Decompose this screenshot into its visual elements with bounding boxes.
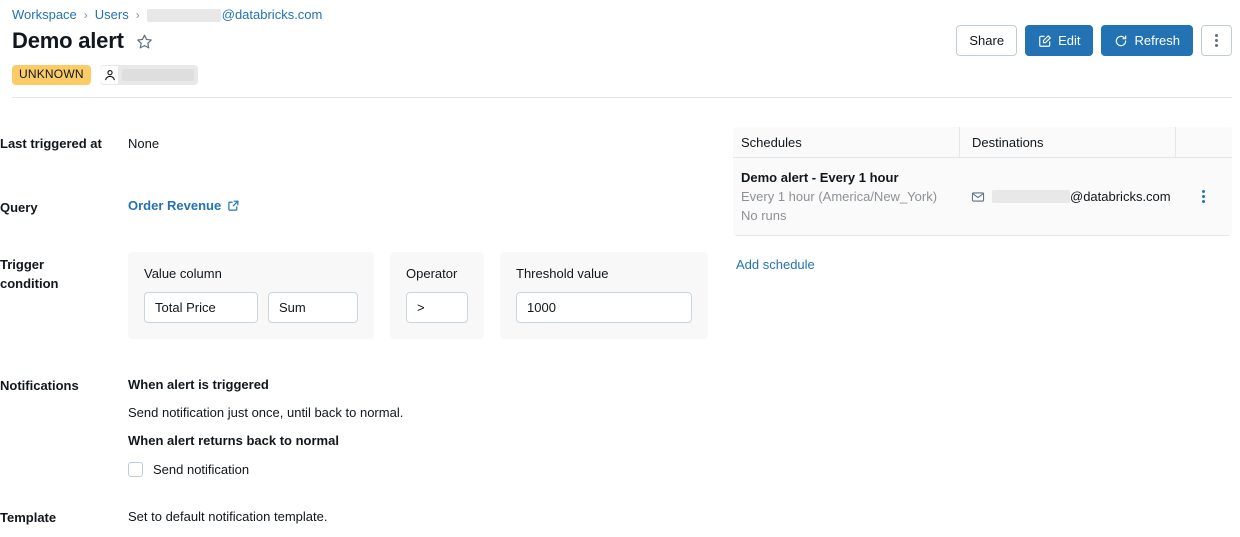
threshold-value: 1000 [527, 300, 556, 315]
threshold-input[interactable]: 1000 [516, 292, 692, 323]
breadcrumb: Workspace › Users › @databricks.com [12, 6, 322, 24]
share-button[interactable]: Share [956, 25, 1017, 56]
status-badge: UNKNOWN [12, 65, 91, 85]
column-header-schedules: Schedules [733, 135, 959, 150]
notifications-triggered-heading: When alert is triggered [128, 375, 403, 394]
trigger-condition-groups: Value column Total Price Sum Operator > … [128, 252, 708, 339]
redacted-email-user [992, 190, 1070, 203]
schedule-name: Demo alert - Every 1 hour [741, 168, 951, 187]
label-query: Query [0, 198, 112, 217]
refresh-button-label: Refresh [1134, 33, 1180, 48]
page-title: Demo alert [12, 28, 124, 54]
external-link-icon [227, 199, 240, 212]
column-header-actions [1175, 127, 1232, 157]
notifications-block: When alert is triggered Send notificatio… [128, 375, 403, 479]
breadcrumb-item-user-email[interactable]: @databricks.com [147, 6, 323, 24]
breadcrumb-item-workspace[interactable]: Workspace [12, 6, 77, 24]
add-schedule-link[interactable]: Add schedule [736, 257, 815, 272]
breadcrumb-user-domain: @databricks.com [222, 6, 323, 24]
send-notification-label: Send notification [153, 460, 249, 479]
edit-button[interactable]: Edit [1025, 25, 1093, 56]
value-template: Set to default notification template. [128, 507, 327, 526]
redacted-username [147, 9, 221, 22]
refresh-icon [1114, 34, 1128, 48]
operator-select[interactable]: > [406, 292, 468, 323]
value-query: Order Revenue [128, 196, 240, 215]
schedule-frequency: Every 1 hour (America/New_York) [741, 187, 951, 206]
send-notification-checkbox[interactable] [128, 462, 143, 477]
star-outline-icon[interactable] [136, 33, 153, 50]
label-trigger-condition: Trigger condition [0, 255, 112, 293]
table-row[interactable]: Demo alert - Every 1 hour Every 1 hour (… [733, 158, 1232, 236]
kebab-menu-icon[interactable] [1198, 186, 1209, 207]
value-last-triggered-at: None [128, 134, 159, 153]
share-button-label: Share [969, 33, 1004, 48]
notifications-triggered-text: Send notification just once, until back … [128, 403, 403, 422]
query-link-label: Order Revenue [128, 196, 221, 215]
person-icon [100, 66, 118, 84]
destination-email-domain: @databricks.com [1070, 189, 1171, 204]
schedules-panel: Schedules Destinations Demo alert - Ever… [733, 127, 1232, 236]
breadcrumb-separator: › [84, 6, 88, 24]
label-notifications: Notifications [0, 376, 112, 395]
operator-label: Operator [406, 266, 468, 282]
owner-chip[interactable] [100, 65, 198, 85]
value-column-select[interactable]: Total Price [144, 292, 258, 323]
redacted-owner-name [122, 69, 194, 81]
alert-detail-page: Workspace › Users › @databricks.com Demo… [0, 0, 1240, 537]
header-overflow-menu-button[interactable] [1201, 25, 1232, 56]
edit-button-label: Edit [1058, 33, 1080, 48]
query-link[interactable]: Order Revenue [128, 196, 240, 215]
destination-cell: @databricks.com [959, 189, 1175, 204]
notifications-normal-heading: When alert returns back to normal [128, 431, 403, 450]
pencil-square-icon [1038, 34, 1052, 48]
aggregation-select[interactable]: Sum [268, 292, 358, 323]
label-template: Template [0, 508, 112, 527]
schedule-cell: Demo alert - Every 1 hour Every 1 hour (… [733, 158, 959, 235]
envelope-icon [971, 190, 985, 204]
label-last-triggered-at: Last triggered at [0, 134, 112, 153]
operator-group: Operator > [390, 252, 484, 339]
destination-email: @databricks.com [992, 189, 1171, 204]
header-divider [12, 97, 1232, 98]
refresh-button[interactable]: Refresh [1101, 25, 1193, 56]
label-trigger-line-1: Trigger [0, 255, 112, 274]
breadcrumb-separator: › [136, 6, 140, 24]
send-notification-checkbox-row[interactable]: Send notification [128, 460, 403, 479]
title-row: Demo alert [12, 28, 153, 54]
value-column-group: Value column Total Price Sum [128, 252, 374, 339]
schedules-table-header: Schedules Destinations [733, 127, 1232, 158]
header-actions: Share Edit Refresh [956, 25, 1232, 56]
value-column-value: Total Price [155, 300, 216, 315]
value-column-label: Value column [144, 266, 358, 282]
status-meta-row: UNKNOWN [12, 65, 198, 85]
operator-value: > [417, 300, 425, 315]
threshold-label: Threshold value [516, 266, 692, 282]
schedule-runs: No runs [741, 206, 951, 225]
row-actions-cell [1175, 186, 1232, 207]
aggregation-value: Sum [279, 300, 306, 315]
column-header-destinations: Destinations [959, 127, 1175, 157]
threshold-group: Threshold value 1000 [500, 252, 708, 339]
label-trigger-line-2: condition [0, 274, 112, 293]
breadcrumb-item-users[interactable]: Users [95, 6, 129, 24]
kebab-menu-icon [1211, 30, 1222, 51]
